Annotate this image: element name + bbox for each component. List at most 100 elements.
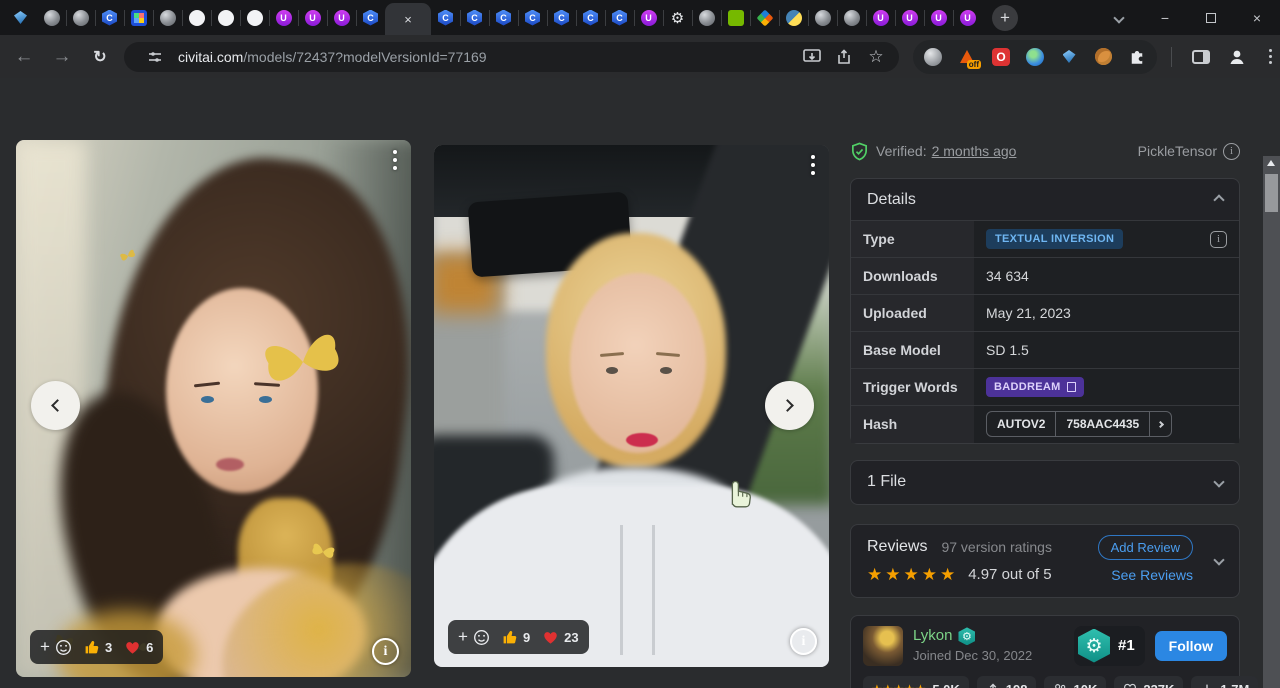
extension-cookie-icon[interactable] (1093, 47, 1113, 67)
hash-control[interactable]: AUTOV2 758AAC4435 (986, 411, 1172, 437)
carousel-next-button[interactable] (765, 381, 814, 430)
browser-menu-icon[interactable] (1260, 44, 1280, 70)
tab-civitai[interactable]: C (431, 6, 460, 30)
extension-opera-icon[interactable]: O (991, 47, 1011, 67)
tab-uchan[interactable]: U (953, 6, 982, 30)
add-reaction-button[interactable]: + (458, 627, 490, 647)
table-row: Type TEXTUAL INVERSION i (851, 221, 1239, 258)
rating-stars: ★★★★★ (867, 565, 958, 585)
details-header[interactable]: Details (851, 179, 1239, 220)
type-info-icon[interactable]: i (1210, 231, 1227, 248)
tab-civitai[interactable]: C (547, 6, 576, 30)
extension-globe-icon[interactable] (923, 47, 943, 67)
tab-diamond[interactable] (750, 6, 779, 30)
hash-next-button[interactable] (1149, 412, 1171, 436)
reload-button[interactable]: ↻ (86, 43, 114, 71)
close-button[interactable]: × (1234, 0, 1280, 35)
tab-civitai[interactable]: C (605, 6, 634, 30)
tab-store[interactable] (124, 6, 153, 30)
tab-civitai[interactable]: C (95, 6, 124, 30)
carousel-prev-button[interactable] (31, 381, 80, 430)
tab-uchan[interactable]: U (924, 6, 953, 30)
profile-avatar-icon[interactable] (1224, 44, 1250, 70)
users-icon (1053, 682, 1067, 688)
thumbs-up-button[interactable]: 9 (502, 629, 530, 645)
follow-button[interactable]: Follow (1155, 631, 1227, 661)
new-tab-button[interactable]: + (992, 5, 1018, 31)
extension-flame-off-icon[interactable]: off (957, 47, 977, 67)
tab-civitai[interactable]: C (518, 6, 547, 30)
extensions-puzzle-icon[interactable] (1127, 47, 1147, 67)
url-text[interactable]: civitai.com/models/72437?modelVersionId=… (178, 49, 793, 65)
add-reaction-button[interactable]: + (40, 637, 72, 657)
scrollbar-thumb[interactable] (1265, 174, 1278, 212)
files-header[interactable]: 1 File (851, 461, 1239, 504)
tab-globe[interactable] (808, 6, 837, 30)
hash-value[interactable]: 758AAC4435 (1055, 412, 1149, 436)
tab-globe[interactable] (37, 6, 66, 30)
tab-python[interactable] (779, 6, 808, 30)
extension-earth-icon[interactable] (1025, 47, 1045, 67)
image-options-menu[interactable] (393, 150, 397, 170)
heart-button[interactable]: 6 (124, 640, 153, 655)
install-icon[interactable] (799, 44, 825, 70)
tab-uchan[interactable]: U (269, 6, 298, 30)
tab-uchan[interactable]: U (298, 6, 327, 30)
tab-civitai[interactable]: C (460, 6, 489, 30)
tab-github[interactable] (240, 6, 269, 30)
python-favicon (786, 10, 802, 26)
window-controls: − × (1096, 0, 1280, 35)
split-view-icon[interactable] (1188, 44, 1214, 70)
tab-uchan[interactable]: U (866, 6, 895, 30)
copy-icon[interactable] (1067, 382, 1076, 392)
downloads-value: 34 634 (974, 258, 1239, 295)
tab-civitai[interactable]: C (576, 6, 605, 30)
creator-avatar[interactable] (863, 626, 903, 666)
model-side-panel: Verified: 2 months ago PickleTensor i De… (850, 140, 1240, 688)
uchan-favicon: U (873, 10, 889, 26)
active-tab[interactable]: × (385, 3, 431, 35)
image-info-button[interactable]: i (790, 628, 817, 655)
files-card: 1 File (850, 460, 1240, 505)
image-options-menu[interactable] (811, 155, 815, 175)
extension-gem-icon[interactable] (1059, 47, 1079, 67)
pinned-tab-gem-icon[interactable] (14, 11, 27, 24)
verified-row: Verified: 2 months ago PickleTensor i (850, 140, 1240, 162)
tab-search-icon[interactable] (1096, 0, 1142, 35)
tab-github[interactable] (211, 6, 240, 30)
tab-uchan[interactable]: U (327, 6, 356, 30)
format-info-icon[interactable]: i (1223, 143, 1240, 160)
see-reviews-link[interactable]: See Reviews (1111, 567, 1193, 583)
heart-button[interactable]: 23 (542, 630, 578, 645)
tab-globe[interactable] (692, 6, 721, 30)
page-scrollbar[interactable] (1263, 156, 1280, 688)
bookmark-star-icon[interactable]: ☆ (863, 44, 889, 70)
thumbs-up-button[interactable]: 3 (84, 639, 112, 655)
trigger-word-badge[interactable]: BADDREAM (986, 377, 1084, 397)
creator-stats: ★★★★★ 5.0K 198 10K 23 (863, 676, 1227, 688)
tab-civitai[interactable]: C (356, 6, 385, 30)
tab-gear[interactable]: ⚙ (663, 6, 692, 30)
add-review-button[interactable]: Add Review (1098, 535, 1193, 560)
tab-civitai[interactable]: C (489, 6, 518, 30)
minimize-button[interactable]: − (1142, 0, 1188, 35)
tab-nvidia[interactable] (721, 6, 750, 30)
globe-favicon (160, 10, 176, 26)
creator-name-link[interactable]: Lykon ⚙ (913, 627, 1032, 646)
site-settings-icon[interactable] (142, 44, 168, 70)
tab-globe[interactable] (837, 6, 866, 30)
tab-uchan[interactable]: U (634, 6, 663, 30)
restore-button[interactable] (1188, 0, 1234, 35)
scroll-up-arrow[interactable] (1267, 160, 1275, 166)
verified-time-link[interactable]: 2 months ago (932, 143, 1017, 159)
tab-close-icon[interactable]: × (404, 13, 412, 26)
back-button[interactable]: ← (10, 43, 38, 71)
tab-github[interactable] (182, 6, 211, 30)
image-info-button[interactable]: i (372, 638, 399, 665)
share-icon[interactable] (831, 44, 857, 70)
tab-globe[interactable] (66, 6, 95, 30)
address-bar[interactable]: civitai.com/models/72437?modelVersionId=… (124, 42, 899, 72)
tab-uchan[interactable]: U (895, 6, 924, 30)
forward-button[interactable]: → (48, 43, 76, 71)
tab-globe[interactable] (153, 6, 182, 30)
